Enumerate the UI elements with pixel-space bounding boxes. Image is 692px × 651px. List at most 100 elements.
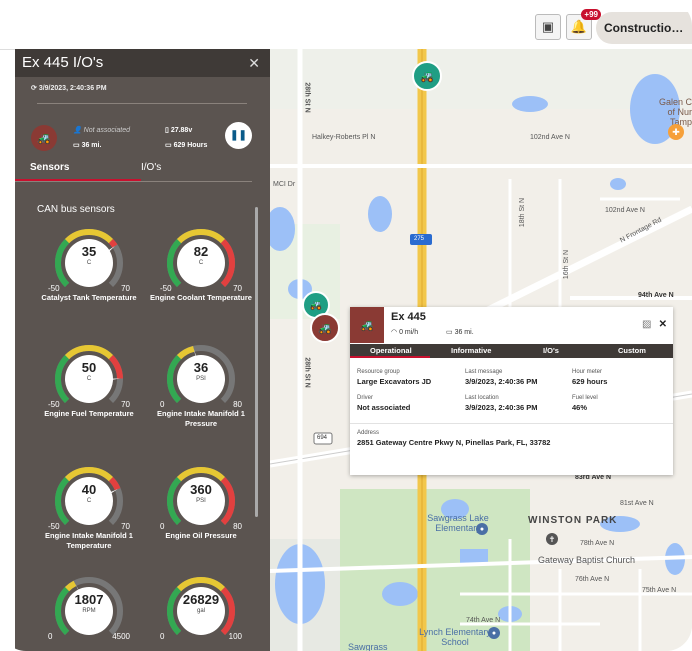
gauge-unit: C xyxy=(86,260,92,266)
gauge-unit: C xyxy=(86,498,92,504)
tab-ios[interactable]: I/O's xyxy=(141,162,161,173)
section-title: CAN bus sensors xyxy=(37,204,115,215)
hour-meter-icon: ▭ xyxy=(165,142,172,149)
last-location: Last location 3/9/2023, 2:40:36 PM xyxy=(465,395,538,412)
resource-group: Resource group Large Excavators JD xyxy=(357,369,432,386)
church-pin-icon: ✝ xyxy=(546,533,558,545)
driver: Driver Not associated xyxy=(357,395,411,412)
odometer-info: ▭ 36 mi. xyxy=(446,329,474,336)
gauge-value: 360 xyxy=(190,482,212,497)
panel-title: Ex 445 I/O's xyxy=(22,54,104,71)
map-label: 78th Ave N xyxy=(580,540,615,547)
gauge-label: Engine Intake Manifold 1 Pressure xyxy=(157,409,245,428)
pause-button[interactable]: ❚❚ xyxy=(225,122,252,149)
map-label: Galen C of Nur Tamp xyxy=(658,97,692,127)
refresh-timestamp[interactable]: ⟳ 3/9/2023, 2:40:36 PM xyxy=(31,84,107,92)
notification-bell-icon[interactable]: 🔔 +99 xyxy=(566,9,601,40)
map-label: Gateway Baptist Church xyxy=(538,555,636,565)
selected-vehicle-marker[interactable]: 🚜 xyxy=(310,313,340,343)
gauge-min: -50 xyxy=(48,522,60,531)
refresh-icon: ⟳ xyxy=(31,85,37,92)
last-message: Last message 3/9/2023, 2:40:36 PM xyxy=(465,369,538,386)
gauge-value: 1807 xyxy=(74,592,104,607)
map-label: 94th Ave N xyxy=(638,292,674,299)
gauge-label: Engine Fuel Temperature xyxy=(44,409,134,418)
tab-ios[interactable]: I/O's xyxy=(543,346,559,355)
map-label: Sawgrass xyxy=(348,642,388,651)
gauge-unit: RPM xyxy=(82,608,96,614)
map-label: 81st Ave N xyxy=(620,500,654,507)
scrollbar[interactable] xyxy=(255,207,258,517)
school-pin-icon: ● xyxy=(488,627,500,639)
active-tab-indicator xyxy=(15,179,141,181)
route-shield-694: 694 xyxy=(317,435,328,441)
gauge-max: 80 xyxy=(233,522,242,531)
active-tab-indicator xyxy=(350,356,430,358)
excavator-icon: 🚜 xyxy=(31,125,57,151)
io-panel: Ex 445 I/O's ✕ ⟳ 3/9/2023, 2:40:36 PM 🚜 … xyxy=(15,49,270,651)
gauge-max: 4500 xyxy=(112,632,130,641)
gauge-value: 26829 xyxy=(182,592,220,607)
top-bar: ▣ 🔔 +99 Constructio… xyxy=(0,0,692,50)
gauge-min: 0 xyxy=(48,632,53,641)
tab-sensors[interactable]: Sensors xyxy=(30,162,69,173)
tab-operational[interactable]: Operational xyxy=(370,346,412,355)
gauge-unit: gal xyxy=(196,608,205,614)
divider xyxy=(350,423,673,424)
excavator-icon: 🚜 xyxy=(350,307,384,343)
gauge-label: Engine Coolant Temperature xyxy=(150,293,252,302)
gauge-max: 80 xyxy=(233,400,242,409)
map-label: 102nd Ave N xyxy=(530,134,570,141)
gauge-value: 40 xyxy=(81,482,97,497)
odometer-icon: ▭ xyxy=(446,329,453,336)
map-label: 75th Ave N xyxy=(642,587,677,594)
map-label: 74th Ave N xyxy=(466,617,501,624)
gauge-max: 70 xyxy=(121,400,130,409)
map-label: 28th St N xyxy=(303,357,311,388)
map-label: 83rd Ave N xyxy=(575,474,612,481)
console-icon[interactable]: ▣ xyxy=(535,14,561,40)
close-icon[interactable]: ✕ xyxy=(248,49,260,77)
gauge-max: 70 xyxy=(233,284,242,293)
map-label: WINSTON PARK xyxy=(528,515,618,526)
panel-tabs: Sensors I/O's xyxy=(15,160,252,182)
close-icon[interactable]: ✕ xyxy=(659,319,667,330)
panel-header: Ex 445 I/O's ✕ xyxy=(15,49,270,77)
gauge-value: 35 xyxy=(81,244,97,259)
driver-info: 👤 Not associated xyxy=(73,127,130,134)
hospital-pin-icon: ✚ xyxy=(668,124,684,140)
speed-info: ◠ 0 mi/h xyxy=(391,329,419,336)
gauge-min: -50 xyxy=(48,284,60,293)
map-label: Halkey-Roberts Pl N xyxy=(312,134,376,141)
tab-custom[interactable]: Custom xyxy=(618,346,646,355)
gauge-label: Catalyst Tank Temperature xyxy=(41,293,137,302)
gauge-label: Engine Intake Manifold 1 Temperature xyxy=(45,531,133,550)
collapse-icon[interactable]: ▨ xyxy=(642,319,651,330)
gauge-max: 100 xyxy=(228,632,242,641)
map-label: 28th St N xyxy=(303,82,311,113)
hours-info: ▭ 629 Hours xyxy=(165,142,208,149)
organization-selector[interactable]: Constructio… xyxy=(596,12,692,44)
speedometer-icon: ◠ xyxy=(391,329,398,336)
gauge-min: 0 xyxy=(160,522,165,531)
gauge-value: 36 xyxy=(193,360,209,375)
gauge-max: 70 xyxy=(121,284,130,293)
hour-meter: Hour meter 629 hours xyxy=(572,369,608,386)
map-label: 76th Ave N xyxy=(575,576,610,583)
route-shield-275: 275 xyxy=(414,236,425,242)
odometer-icon: ▭ xyxy=(73,142,80,149)
fuel-level: Fuel level 46% xyxy=(572,395,598,412)
map-label: MCI Dr xyxy=(273,181,296,188)
gauge-min: -50 xyxy=(160,284,172,293)
gauge-value: 82 xyxy=(193,244,209,259)
vehicle-popup: 🚜 Ex 445 ◠ 0 mi/h ▭ 36 mi. ▨ ✕ Operation… xyxy=(350,307,673,475)
gauge-unit: PSI xyxy=(196,498,206,504)
battery-icon: ▯ xyxy=(165,127,169,134)
distance-info: ▭ 36 mi. xyxy=(73,142,102,149)
voltage-info: ▯ 27.88v xyxy=(165,127,193,134)
school-pin-icon: ● xyxy=(476,523,488,535)
vehicle-marker[interactable]: 🚜 xyxy=(412,61,442,91)
tab-informative[interactable]: Informative xyxy=(451,346,491,355)
gauge-value: 50 xyxy=(81,360,97,375)
map-label: 16th St N xyxy=(563,249,571,280)
